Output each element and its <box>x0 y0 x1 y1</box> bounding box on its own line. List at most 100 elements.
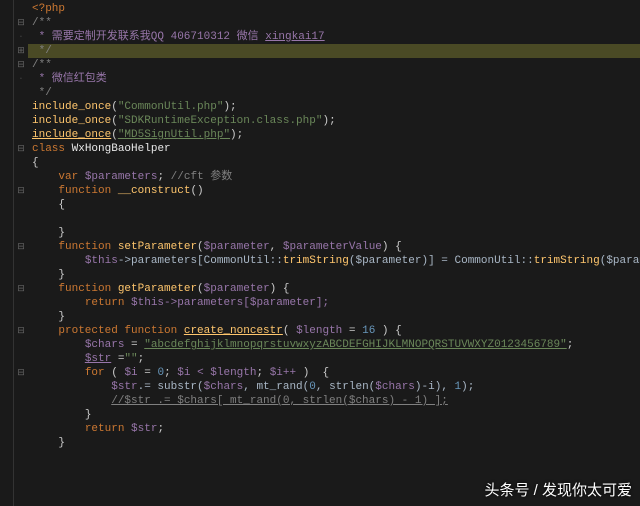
fold-spacer <box>14 338 28 352</box>
loop-cond: $i < $length <box>177 367 256 379</box>
fold-spacer <box>14 100 28 114</box>
var-decl: $str <box>85 353 111 365</box>
loop-inc: $i++ <box>270 367 296 379</box>
for-kw: for <box>85 367 105 379</box>
fold-toggle[interactable] <box>14 282 28 296</box>
code-text: ($parameterValue); <box>600 255 640 267</box>
string-literal: "" <box>124 353 137 365</box>
fold-spacer <box>14 212 28 226</box>
loop-var: $i <box>124 367 137 379</box>
fold-toggle[interactable] <box>14 16 28 30</box>
fold-toggle[interactable] <box>14 58 28 72</box>
code-text: ); <box>461 381 474 393</box>
fn-kw: function <box>58 283 111 295</box>
class-name: WxHongBaoHelper <box>72 143 171 155</box>
doc-text: * 需要定制开发联系我QQ 406710312 微信 <box>32 31 265 43</box>
fold-spacer <box>14 408 28 422</box>
doc-start: /** <box>32 17 52 29</box>
fn-kw: function <box>58 185 111 197</box>
include-kw: include_once <box>32 101 111 113</box>
class-kw: class <box>32 143 65 155</box>
fold-toggle[interactable] <box>14 142 28 156</box>
line-gutter <box>0 0 14 506</box>
fold-spacer <box>14 436 28 450</box>
fold-spacer <box>14 422 28 436</box>
code-text: ->parameters[CommonUtil:: <box>118 255 283 267</box>
fold-toggle[interactable] <box>14 240 28 254</box>
fold-column <box>14 0 28 506</box>
code-text: ($parameter)] = CommonUtil:: <box>349 255 534 267</box>
fold-spacer <box>14 86 28 100</box>
include-kw: include_once <box>32 115 111 127</box>
code-text: , strlen( <box>316 381 375 393</box>
var-kw: var <box>58 171 78 183</box>
fold-spacer <box>14 170 28 184</box>
method-call: trimString <box>283 255 349 267</box>
code-text: .= substr( <box>138 381 204 393</box>
fold-spacer <box>14 156 28 170</box>
code-text: i <box>428 381 435 393</box>
fold-spacer <box>14 226 28 240</box>
include-file: "MD5SignUtil.php" <box>118 129 230 141</box>
fold-spacer <box>14 198 28 212</box>
doc-end: */ <box>32 87 52 99</box>
return-kw: return <box>85 423 125 435</box>
fold-spacer <box>14 352 28 366</box>
doc-text: * 微信红包类 <box>32 73 107 85</box>
default-val: 16 <box>362 325 375 337</box>
this-ref: $this <box>85 255 118 267</box>
fn-name: getParameter <box>118 283 197 295</box>
fold-spacer <box>14 394 28 408</box>
fold-marker <box>14 30 28 44</box>
fold-spacer <box>14 114 28 128</box>
fold-spacer <box>14 450 28 464</box>
var-ref: $str <box>111 381 137 393</box>
fold-spacer <box>14 310 28 324</box>
include-file: "CommonUtil.php" <box>118 101 224 113</box>
code-text: $this->parameters[$parameter]; <box>131 297 329 309</box>
param: $length <box>296 325 342 337</box>
doc-start: /** <box>32 59 52 71</box>
var-ref: $chars <box>375 381 415 393</box>
var-name: $parameters <box>85 171 158 183</box>
fold-toggle[interactable] <box>14 324 28 338</box>
code-editor: <?php /** * 需要定制开发联系我QQ 406710312 微信 xin… <box>0 0 640 506</box>
var-comment: //cft 参数 <box>171 171 233 183</box>
protected-kw: protected function <box>58 325 177 337</box>
fold-spacer <box>14 128 28 142</box>
param: $parameter <box>204 241 270 253</box>
string-literal: "abcdefghijklmnopqrstuvwxyzABCDEFGHIJKLM… <box>144 339 566 351</box>
include-kw: include_once <box>32 129 111 141</box>
fn-name: setParameter <box>118 241 197 253</box>
code-text: ), <box>435 381 455 393</box>
fold-toggle[interactable] <box>14 184 28 198</box>
param: $parameterValue <box>283 241 382 253</box>
fn-kw: function <box>58 241 111 253</box>
fold-spacer <box>14 268 28 282</box>
doc-end: */ <box>32 45 52 57</box>
php-open-tag: <?php <box>32 3 65 15</box>
var-ref: $str <box>131 423 157 435</box>
fold-spacer <box>14 254 28 268</box>
fold-spacer <box>14 2 28 16</box>
doc-wechat: xingkai17 <box>265 31 324 43</box>
fold-spacer <box>14 296 28 310</box>
fold-marker <box>14 72 28 86</box>
code-text: , mt_rand( <box>243 381 309 393</box>
watermark-text: 头条号 / 发现你太可爱 <box>484 479 632 500</box>
fn-name: __construct <box>118 185 191 197</box>
method-call: trimString <box>534 255 600 267</box>
param: $parameter <box>204 283 270 295</box>
code-text: )- <box>415 381 428 393</box>
code-area[interactable]: <?php /** * 需要定制开发联系我QQ 406710312 微信 xin… <box>28 0 640 506</box>
fold-toggle[interactable] <box>14 44 28 58</box>
fold-toggle[interactable] <box>14 366 28 380</box>
fn-name: create_noncestr <box>184 325 283 337</box>
fold-spacer <box>14 380 28 394</box>
num-literal: 0 <box>309 381 316 393</box>
var-ref: $chars <box>204 381 244 393</box>
fold-spacer <box>14 464 28 478</box>
var-decl: $chars <box>85 339 125 351</box>
commented-code: //$str .= $chars[ mt_rand(0, strlen($cha… <box>111 395 448 407</box>
include-file: "SDKRuntimeException.class.php" <box>118 115 323 127</box>
